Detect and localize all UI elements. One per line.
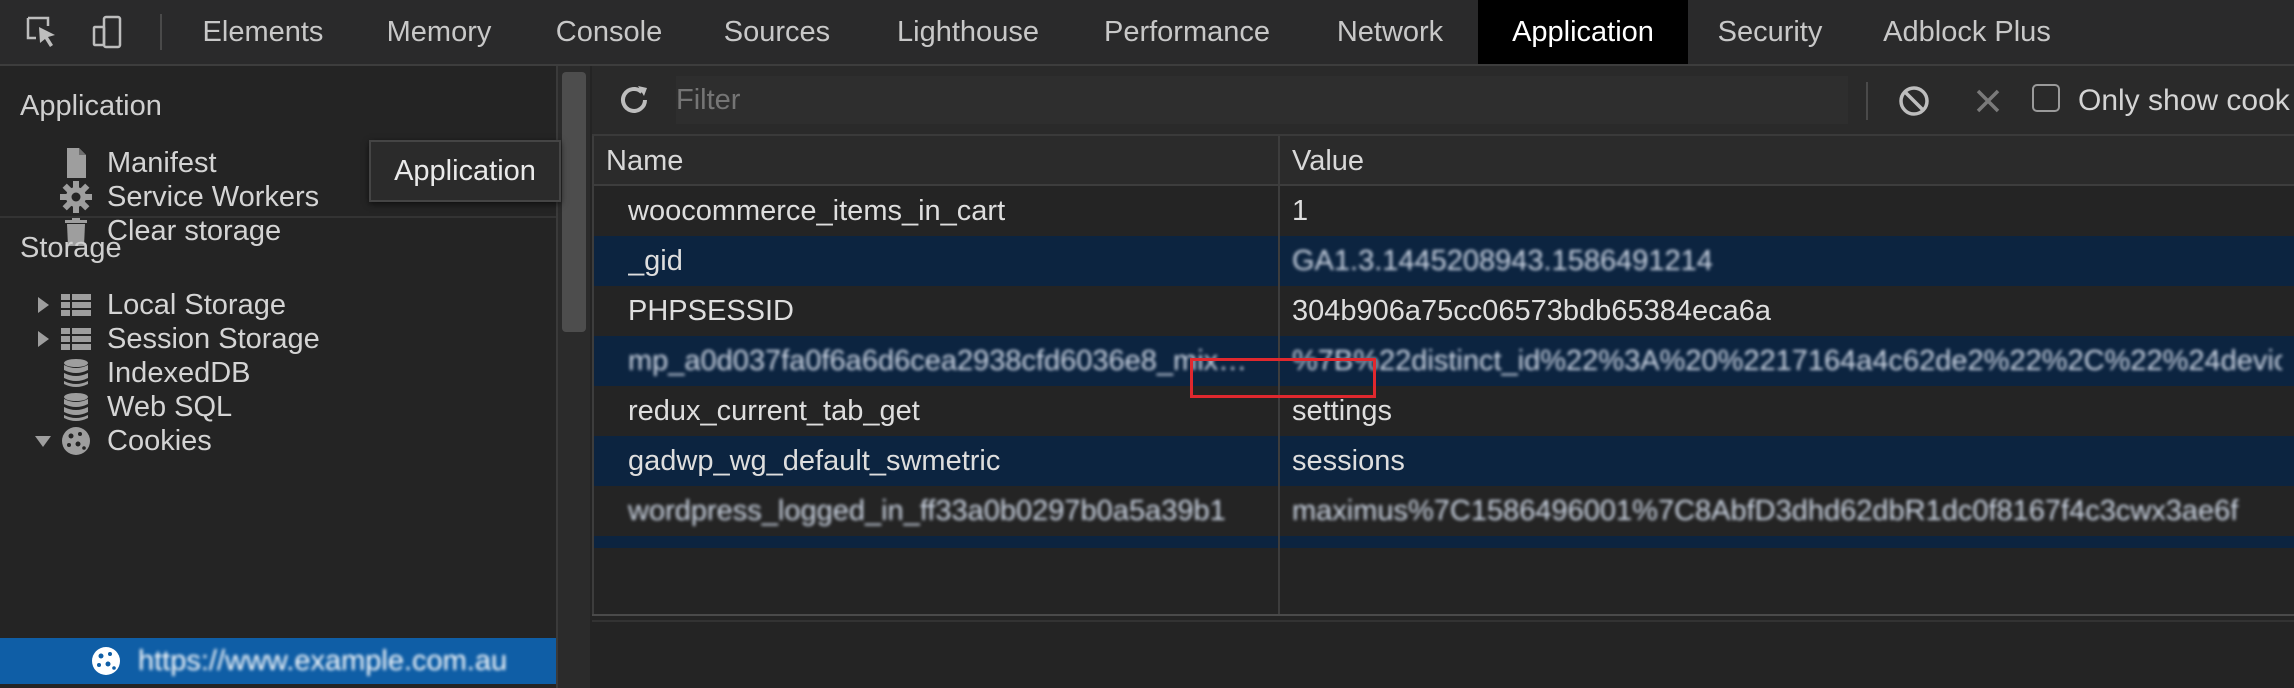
tab-elements[interactable]: Elements [182,0,344,64]
delete-selected-icon[interactable] [1970,83,2006,119]
tab-lighthouse[interactable]: Lighthouse [874,0,1062,64]
cookie-value: settings [1292,395,1392,427]
devtools-tab-bar: Elements Memory Console Sources Lighthou… [0,0,2294,66]
column-header-name[interactable]: Name [592,136,1278,186]
table-row[interactable]: mp_a0d037fa0f6a6d6cea2938cfd6036e8_mixpa… [592,336,2294,386]
tooltip: Application [369,140,561,202]
sidebar-scrollbar[interactable] [556,66,590,688]
filter-input[interactable] [676,76,1848,124]
cookie-value: GA1.3.1445208943.1586491214 [1292,245,1713,277]
cookie-name: mp_a0d037fa0f6a6d6cea2938cfd6036e8_mixpa… [628,345,1258,377]
preview-divider [592,620,2294,622]
table-row-partial [592,536,2294,548]
only-show-checkbox[interactable] [2032,84,2060,112]
sidebar-divider [0,216,556,218]
cookie-value: 304b906a75cc06573bdb65384eca6a [1292,295,1771,327]
expand-arrow-icon[interactable] [32,328,54,350]
cookie-value: maximus%7C1586496001%7C8AbfD3dhd62dbR1dc… [1292,495,2239,527]
refresh-icon[interactable] [614,80,654,120]
sidebar-item-cookie-origin[interactable]: https://www.example.com.au [0,638,556,684]
toolbar-separator [1866,82,1868,120]
cookies-toolbar: Only show cook [592,66,2294,136]
table-border [592,136,594,614]
cookie-value: 1 [1292,195,1309,227]
cookie-origin-label: https://www.example.com.au [138,645,508,677]
table-row[interactable]: redux_current_tab_get settings [592,386,2294,436]
column-header-value[interactable]: Value [1280,136,2294,186]
cookie-value: %7B%22distinct_id%22%3A%20%2217164a4c62d… [1292,345,2282,377]
clear-all-icon[interactable] [1896,83,1932,119]
only-show-checkbox-label: Only show cook [2078,84,2290,117]
tab-console[interactable]: Console [536,0,682,64]
tab-sources[interactable]: Sources [706,0,848,64]
cookie-value: sessions [1292,445,1405,477]
sidebar-item-label: Clear storage [107,215,282,247]
cookies-panel: Only show cook Name Value woocommerce_it… [592,66,2294,688]
tab-memory[interactable]: Memory [362,0,516,64]
table-row[interactable]: PHPSESSID 304b906a75cc06573bdb65384eca6a [592,286,2294,336]
tab-network[interactable]: Network [1316,0,1464,64]
sidebar-item-label: Cookies [107,425,212,457]
tab-application[interactable]: Application [1478,0,1688,64]
scrollbar-thumb[interactable] [562,72,586,332]
tab-security[interactable]: Security [1702,0,1838,64]
cookie-icon [92,647,120,675]
sidebar-item-cookies[interactable]: Cookies [0,418,556,464]
expand-arrow-icon[interactable] [32,294,54,316]
table-bottom-border [592,614,2294,616]
tab-adblock-plus[interactable]: Adblock Plus [1872,0,2062,64]
table-row[interactable]: wordpress_logged_in_ff33a0b0297b0a5a39b1… [592,486,2294,536]
table-row[interactable]: woocommerce_items_in_cart 1 [592,186,2294,236]
cookie-icon [62,427,90,455]
tab-performance[interactable]: Performance [1090,0,1284,64]
inspect-element-icon[interactable] [24,14,60,50]
highlight-box [1190,358,1376,398]
table-row[interactable]: _gid GA1.3.1445208943.1586491214 [592,236,2294,286]
collapse-arrow-icon[interactable] [32,430,54,452]
application-section-header: Application [20,90,162,122]
device-toolbar-icon[interactable] [90,14,126,50]
cookie-name: wordpress_logged_in_ff33a0b0297b0a5a39b1 [628,495,1226,527]
table-row[interactable]: gadwp_wg_default_swmetric sessions [592,436,2294,486]
cookies-table: Name Value woocommerce_items_in_cart 1 _… [592,136,2294,620]
storage-section-header: Storage [20,232,122,264]
toolbar-separator [160,14,162,50]
